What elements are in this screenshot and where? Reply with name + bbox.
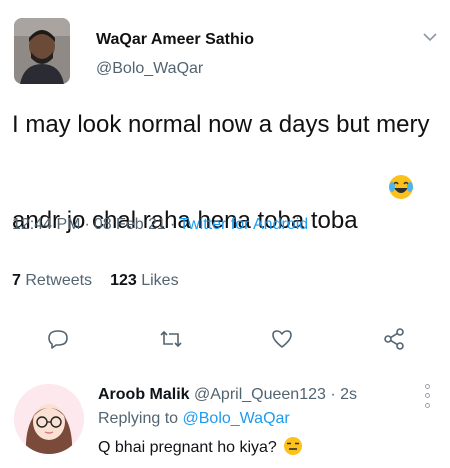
face-with-tears-of-joy-icon: [362, 141, 415, 242]
reply-separator: ·: [330, 386, 336, 403]
likes-stat[interactable]: 123 Likes: [110, 272, 179, 289]
tweet-source[interactable]: Twitter for Android: [179, 216, 308, 233]
reply-icon[interactable]: [41, 322, 75, 356]
tweet-header: WaQar Ameer Sathio @Bolo_WaQar: [0, 0, 450, 100]
reply-author-handle[interactable]: @April_Queen123: [194, 386, 326, 403]
retweets-count: 7: [12, 272, 21, 289]
expressionless-face-icon: [283, 436, 303, 461]
retweets-stat[interactable]: 7 Retweets: [12, 272, 92, 289]
replying-to-label: Replying to: [98, 410, 179, 427]
tweet-date[interactable]: 08 Feb 21: [94, 216, 166, 233]
like-icon[interactable]: [265, 322, 299, 356]
likes-label: Likes: [141, 272, 179, 289]
more-options-icon[interactable]: [420, 382, 434, 410]
replying-to: Replying to @Bolo_WaQar: [98, 410, 290, 428]
reply-tweet[interactable]: Aroob Malik @April_Queen123 · 2s Replyin…: [0, 374, 450, 468]
author-handle[interactable]: @Bolo_WaQar: [96, 60, 203, 78]
author-avatar[interactable]: [14, 18, 70, 84]
tweet-stats: 7 Retweets 123 Likes: [12, 272, 179, 290]
tweet-time[interactable]: 12:44 PM: [12, 216, 80, 233]
likes-count: 123: [110, 272, 137, 289]
chevron-down-icon[interactable]: [418, 26, 442, 48]
retweets-label: Retweets: [25, 272, 93, 289]
replying-to-mention[interactable]: @Bolo_WaQar: [183, 410, 290, 427]
reply-author-name[interactable]: Aroob Malik: [98, 386, 190, 403]
reply-header: Aroob Malik @April_Queen123 · 2s: [98, 386, 357, 404]
action-bar: [0, 322, 450, 362]
meta-separator: ·: [169, 216, 176, 233]
share-icon[interactable]: [377, 322, 411, 356]
reply-body: Q bhai pregnant ho kiya?: [98, 439, 277, 456]
author-name[interactable]: WaQar Ameer Sathio: [96, 31, 254, 49]
reply-text: Q bhai pregnant ho kiya?: [98, 436, 303, 461]
reply-time[interactable]: 2s: [340, 386, 357, 403]
retweet-icon[interactable]: [154, 322, 188, 356]
reply-avatar[interactable]: [14, 384, 84, 454]
meta-separator: ·: [84, 216, 90, 233]
tweet-metadata: 12:44 PM · 08 Feb 21 · Twitter for Android: [12, 216, 308, 234]
